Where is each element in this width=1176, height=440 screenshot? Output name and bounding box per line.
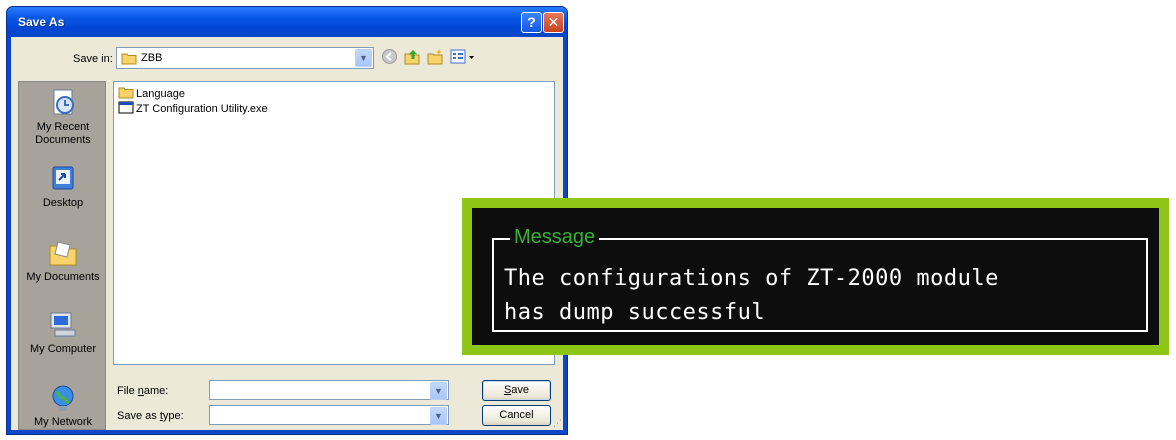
file-name: ZT Configuration Utility.exe: [136, 103, 268, 115]
folder-icon: [121, 52, 137, 68]
my-documents-icon: [47, 238, 79, 268]
place-label: My Recent Documents: [35, 121, 91, 146]
up-folder-icon[interactable]: [404, 48, 421, 65]
place-label: My Computer: [29, 343, 97, 355]
resize-grip[interactable]: ⋰: [553, 418, 562, 429]
save-in-label: Save in:: [73, 53, 113, 65]
place-label: My Documents: [26, 271, 100, 283]
view-menu-icon[interactable]: [450, 48, 476, 65]
message-line-1: The configurations of ZT-2000 module: [504, 266, 999, 291]
close-button[interactable]: ✕: [543, 12, 564, 33]
save-as-type-label: Save as type:: [117, 410, 184, 422]
list-item[interactable]: Language: [118, 86, 185, 102]
save-in-value: ZBB: [141, 52, 163, 64]
place-my-computer[interactable]: My Computer: [19, 310, 107, 356]
back-icon[interactable]: [381, 48, 398, 65]
save-in-dropdown[interactable]: ZBB ▼: [116, 47, 374, 69]
desktop-icon: [47, 164, 79, 194]
place-my-network[interactable]: My Network: [19, 383, 107, 429]
place-my-documents[interactable]: My Documents: [19, 238, 107, 284]
save-as-type-dropdown[interactable]: ▼: [209, 405, 449, 425]
help-button[interactable]: ?: [521, 12, 542, 33]
place-desktop[interactable]: Desktop: [19, 164, 107, 210]
message-console: Message The configurations of ZT-2000 mo…: [472, 208, 1159, 345]
folder-icon: [118, 86, 134, 102]
file-name: Language: [136, 88, 185, 100]
my-computer-icon: [47, 310, 79, 340]
chevron-down-icon[interactable]: ▼: [430, 382, 447, 400]
exe-file-icon: [118, 101, 134, 117]
place-recent-documents[interactable]: My Recent Documents: [19, 88, 107, 147]
file-name-field[interactable]: ▼: [209, 380, 449, 400]
file-name-label: File name:: [117, 385, 169, 397]
save-button[interactable]: Save: [482, 380, 551, 401]
message-legend: Message: [510, 226, 600, 249]
places-bar: My Recent Documents Desktop My Documents…: [18, 81, 106, 430]
dialog-toolbar: [381, 48, 476, 65]
cancel-button[interactable]: Cancel: [482, 405, 551, 426]
place-label: My Network: [33, 416, 93, 428]
message-panel: Message The configurations of ZT-2000 mo…: [462, 198, 1169, 355]
dialog-title: Save As: [18, 15, 65, 29]
message-line-2: has dump successful: [504, 300, 766, 325]
my-network-icon: [47, 383, 79, 413]
chevron-down-icon[interactable]: ▼: [430, 407, 447, 425]
chevron-down-icon[interactable]: ▼: [355, 49, 372, 67]
new-folder-icon[interactable]: [427, 48, 444, 65]
title-bar[interactable]: Save As ? ✕: [7, 7, 567, 37]
list-item[interactable]: ZT Configuration Utility.exe: [118, 101, 268, 117]
recent-documents-icon: [47, 88, 79, 118]
place-label: Desktop: [42, 197, 84, 209]
